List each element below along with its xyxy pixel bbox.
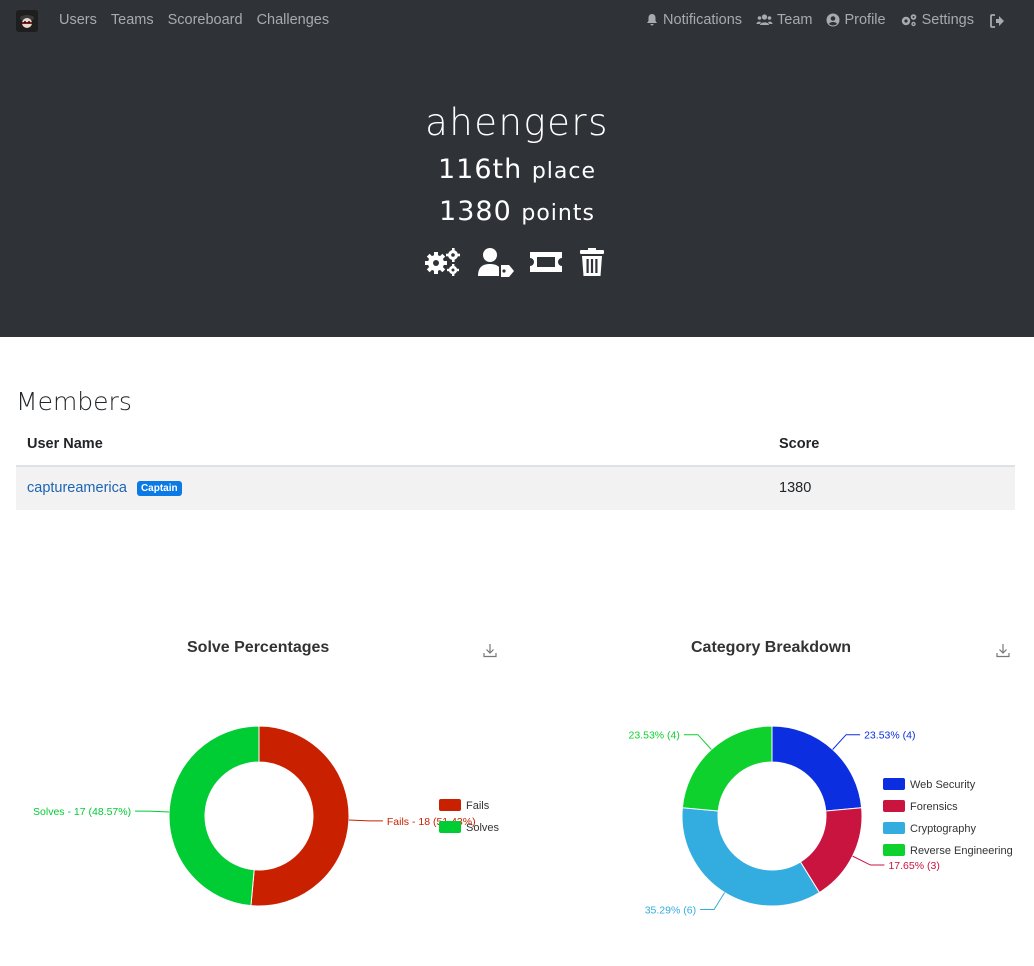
legend-item-reverse-engineering[interactable]: Reverse Engineering: [883, 844, 1013, 857]
data-label: Fails - 18 (51.43%): [387, 816, 476, 828]
data-label: 17.65% (3): [888, 860, 939, 872]
team-points: 1380 points: [0, 196, 1034, 227]
download-icon[interactable]: [483, 643, 497, 658]
bell-icon: [647, 14, 658, 26]
delete-team-button[interactable]: [578, 246, 606, 278]
nav-challenges[interactable]: Challenges: [257, 12, 330, 28]
data-label: Solves - 17 (48.57%): [33, 806, 131, 818]
ticket-icon: [530, 252, 562, 272]
data-label: 35.29% (6): [645, 905, 696, 917]
legend-label: Cryptography: [910, 823, 977, 835]
choose-captain-button[interactable]: [476, 246, 514, 278]
legend-item-forensics[interactable]: Forensics: [883, 800, 958, 813]
nav-teams[interactable]: Teams: [111, 12, 154, 28]
slice-cryptography[interactable]: [681, 807, 821, 907]
column-header-user-name: User Name: [27, 436, 103, 452]
captain-badge: Captain: [136, 481, 182, 496]
legend-swatch: [883, 822, 905, 834]
legend-swatch: [439, 799, 461, 811]
cogs-icon: [425, 248, 460, 276]
nav-team-label: Team: [777, 12, 813, 28]
legend-item-cryptography[interactable]: Cryptography: [883, 822, 977, 835]
data-label: 23.53% (4): [629, 730, 680, 742]
logout-icon[interactable]: [990, 14, 1005, 28]
label-line: [700, 892, 726, 911]
place-label: place: [531, 159, 597, 184]
team-actions: [424, 246, 606, 278]
label-line: [832, 734, 861, 750]
nav-settings-label: Settings: [921, 12, 974, 28]
nav-users[interactable]: Users: [59, 12, 97, 28]
place-value: 116th: [437, 154, 523, 185]
table-row: captureamerica Captain 1380: [16, 467, 1015, 510]
slice-reverse-engineering[interactable]: [681, 725, 773, 812]
team-invite-button[interactable]: [528, 246, 564, 278]
team-name: ahengers: [425, 101, 609, 144]
team-settings-button[interactable]: [424, 246, 462, 278]
donut-chart-1: 23.53% (4) 17.65% (3) 35.29% (6) 23.53% (4)…: [629, 725, 1013, 917]
legend-swatch: [883, 844, 905, 856]
legend-item-fails[interactable]: Fails: [439, 799, 490, 812]
logo-icon: [16, 10, 38, 32]
members-heading: Members: [16, 387, 132, 416]
nav-notifications-label: Notifications: [663, 12, 743, 28]
legend-label: Web Security: [910, 779, 976, 791]
cogs-icon: [901, 14, 916, 27]
navbar: Users Teams Scoreboard Challenges Notifi…: [0, 0, 1034, 42]
nav-team[interactable]: Team: [756, 12, 812, 28]
points-value: 1380: [439, 196, 512, 227]
nav-profile-label: Profile: [844, 12, 886, 28]
label-line: [852, 855, 885, 866]
users-icon: [756, 14, 773, 25]
legend-swatch: [883, 800, 905, 812]
nav-notifications[interactable]: Notifications: [645, 12, 742, 28]
slice-fails[interactable]: [250, 725, 350, 907]
slice-solves[interactable]: [168, 725, 260, 907]
legend-item-solves[interactable]: Solves: [439, 821, 500, 834]
label-line: [683, 734, 712, 750]
nav-profile[interactable]: Profile: [826, 12, 886, 28]
user-tag-icon: [478, 248, 514, 277]
team-place: 116th place: [0, 154, 1034, 185]
member-name-link[interactable]: captureamerica: [27, 480, 127, 496]
members-table: User Name Score captureamerica Captain 13…: [16, 424, 1015, 510]
legend-swatch: [439, 821, 461, 833]
label-line: [348, 819, 383, 822]
solve-percentages-title: Solve Percentages: [187, 639, 330, 656]
slice-web-security[interactable]: [771, 725, 863, 812]
download-icon[interactable]: [996, 643, 1010, 658]
legend-label: Reverse Engineering: [910, 845, 1013, 857]
slice-forensics[interactable]: [799, 807, 863, 894]
legend-label: Forensics: [910, 801, 958, 813]
legend-swatch: [883, 778, 905, 790]
user-circle-icon: [826, 13, 840, 27]
legend-item-web-security[interactable]: Web Security: [883, 778, 976, 791]
trash-icon: [580, 248, 604, 276]
points-label: points: [521, 201, 595, 226]
category-breakdown-title: Category Breakdown: [691, 639, 852, 656]
team-header: Users Teams Scoreboard Challenges Notifi…: [0, 0, 1034, 337]
member-score: 1380: [779, 480, 812, 496]
nav-scoreboard[interactable]: Scoreboard: [168, 12, 243, 28]
site-logo[interactable]: [16, 10, 38, 32]
legend-label: Fails: [466, 800, 490, 812]
label-line: [135, 810, 170, 813]
nav-settings[interactable]: Settings: [900, 12, 974, 28]
data-label: 23.53% (4): [864, 730, 915, 742]
legend-label: Solves: [466, 822, 500, 834]
column-header-score: Score: [779, 436, 820, 452]
donut-chart-0: Fails - 18 (51.43%) Solves - 17 (48.57%) F…: [33, 725, 500, 907]
table-header: User Name Score: [16, 424, 1015, 467]
